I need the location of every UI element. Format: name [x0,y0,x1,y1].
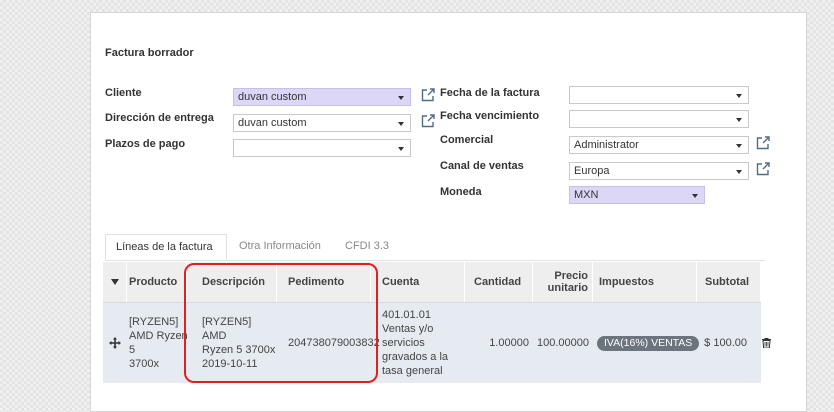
cuenta-line: tasa general [382,365,443,377]
chevron-down-icon [398,96,404,100]
cliente-value: duvan custom [238,91,307,103]
fecha-venc-field[interactable] [569,110,749,128]
tax-badge: IVA(16%) VENTAS [597,335,700,351]
direccion-label: Dirección de entrega [105,112,214,124]
chevron-down-icon [736,118,742,122]
fecha-venc-label: Fecha vencimiento [440,110,540,122]
comercial-label: Comercial [440,134,494,146]
col-precio-line1: Precio [554,270,588,282]
chevron-down-icon [398,147,404,151]
cuenta-line: gravados a la [382,351,449,363]
comercial-select[interactable]: Administrator [569,136,749,154]
external-link-icon[interactable] [756,136,770,153]
canal-label: Canal de ventas [440,160,524,172]
producto-line: 3700x [129,358,159,370]
moneda-label: Moneda [440,186,482,198]
col-cuenta[interactable]: Cuenta [371,262,465,302]
col-producto[interactable]: Producto [127,262,187,302]
comercial-value: Administrator [574,139,639,151]
col-precio[interactable]: Precio unitario [533,262,593,302]
col-cantidad[interactable]: Cantidad [465,262,533,302]
moneda-select[interactable]: MXN [569,186,705,204]
form-title: Factura borrador [105,47,194,59]
chevron-down-icon [398,122,404,126]
cell-cuenta[interactable]: 401.01.01 Ventas y/o servicios gravados … [371,303,465,383]
producto-line: AMD Ryzen 5 [129,330,188,356]
canal-value: Europa [574,165,610,177]
fecha-factura-field[interactable] [569,86,749,104]
cuenta-line: servicios [382,337,425,349]
plazos-select[interactable] [233,139,411,157]
cliente-select[interactable]: duvan custom [233,88,411,106]
cell-impuestos[interactable]: IVA(16%) VENTAS [593,303,700,383]
cliente-label: Cliente [105,87,142,99]
cell-subtotal: $ 100.00 [704,337,747,349]
cuenta-line: Ventas y/o [382,323,434,335]
fecha-factura-label: Fecha de la factura [440,87,540,99]
cell-precio[interactable]: 100.00000 [533,303,593,383]
direccion-select[interactable]: duvan custom [233,114,411,132]
col-impuestos[interactable]: Impuestos [593,262,697,302]
notebook-tabs: Líneas de la factura Otra Información CF… [105,234,765,261]
tab-cfdi[interactable]: CFDI 3.3 [335,234,399,260]
col-subtotal[interactable]: Subtotal [697,262,761,302]
cuenta-line: 401.01.01 [382,309,431,321]
drag-handle-icon[interactable] [103,303,127,383]
plazos-label: Plazos de pago [105,138,186,150]
col-precio-line2: unitario [547,282,588,294]
external-link-icon[interactable] [756,162,770,179]
trash-icon[interactable] [759,303,773,383]
cell-producto[interactable]: [RYZEN5] AMD Ryzen 5 3700x [127,303,189,383]
tab-otra-informacion[interactable]: Otra Información [229,234,331,260]
cell-cantidad[interactable]: 1.00000 [465,303,533,383]
moneda-value: MXN [574,189,599,201]
chevron-down-icon [736,94,742,98]
chevron-down-icon [736,144,742,148]
red-highlight-box [184,263,378,383]
chevron-down-icon [736,170,742,174]
tab-lineas-factura[interactable]: Líneas de la factura [105,234,227,260]
external-link-icon[interactable] [421,114,435,131]
external-link-icon[interactable] [421,88,435,105]
canal-select[interactable]: Europa [569,162,749,180]
direccion-value: duvan custom [238,117,307,129]
producto-line: [RYZEN5] [129,316,179,328]
sort-toggle-icon[interactable] [103,262,127,302]
chevron-down-icon [692,194,698,198]
